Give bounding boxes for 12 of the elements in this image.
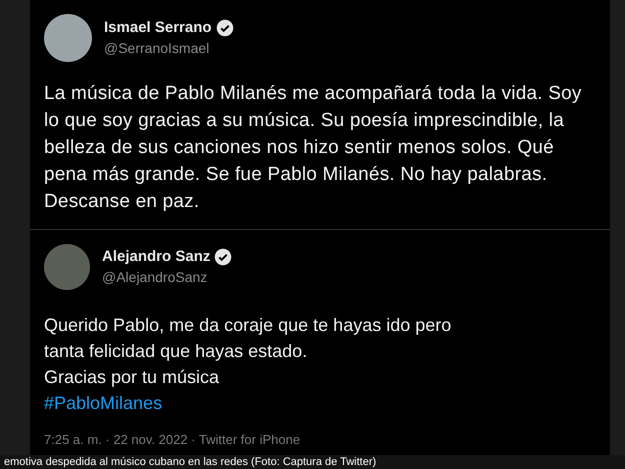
caption-text: emotiva despedida al músico cubano en las redes (Foto: Captura de Twitter): [4, 456, 376, 468]
author-handle: @SerranoIsmael: [104, 39, 210, 58]
author-name: Ismael Serrano: [104, 18, 212, 38]
tweet-timestamp: 7:25 a. m. · 22 nov. 2022 · Twitter for iPhone: [44, 431, 302, 449]
avatar-placeholder: [44, 244, 90, 290]
avatar-placeholder: [44, 14, 92, 62]
tweet-text: Gracias por tu música: [44, 366, 220, 389]
hashtag-link[interactable]: #PabloMilanes: [44, 390, 162, 416]
tweet-text: La música de Pablo Milanés me acompañará toda la vida. Soy lo que soy gracias a su música. Su poesía imprescindible, la belleza de sus canciones nos hizo sentir menos solos. Qué pena más grande. Se fue Pablo Milanés. No hay palabras. Descanse en paz.: [44, 82, 583, 214]
author-name: Alejandro Sanz: [102, 247, 210, 267]
author-handle: @AlejandroSanz: [102, 268, 208, 287]
tweet-text: Querido Pablo, me da coraje que te hayas ido pero tanta felicidad que hayas estado.: [44, 314, 452, 363]
